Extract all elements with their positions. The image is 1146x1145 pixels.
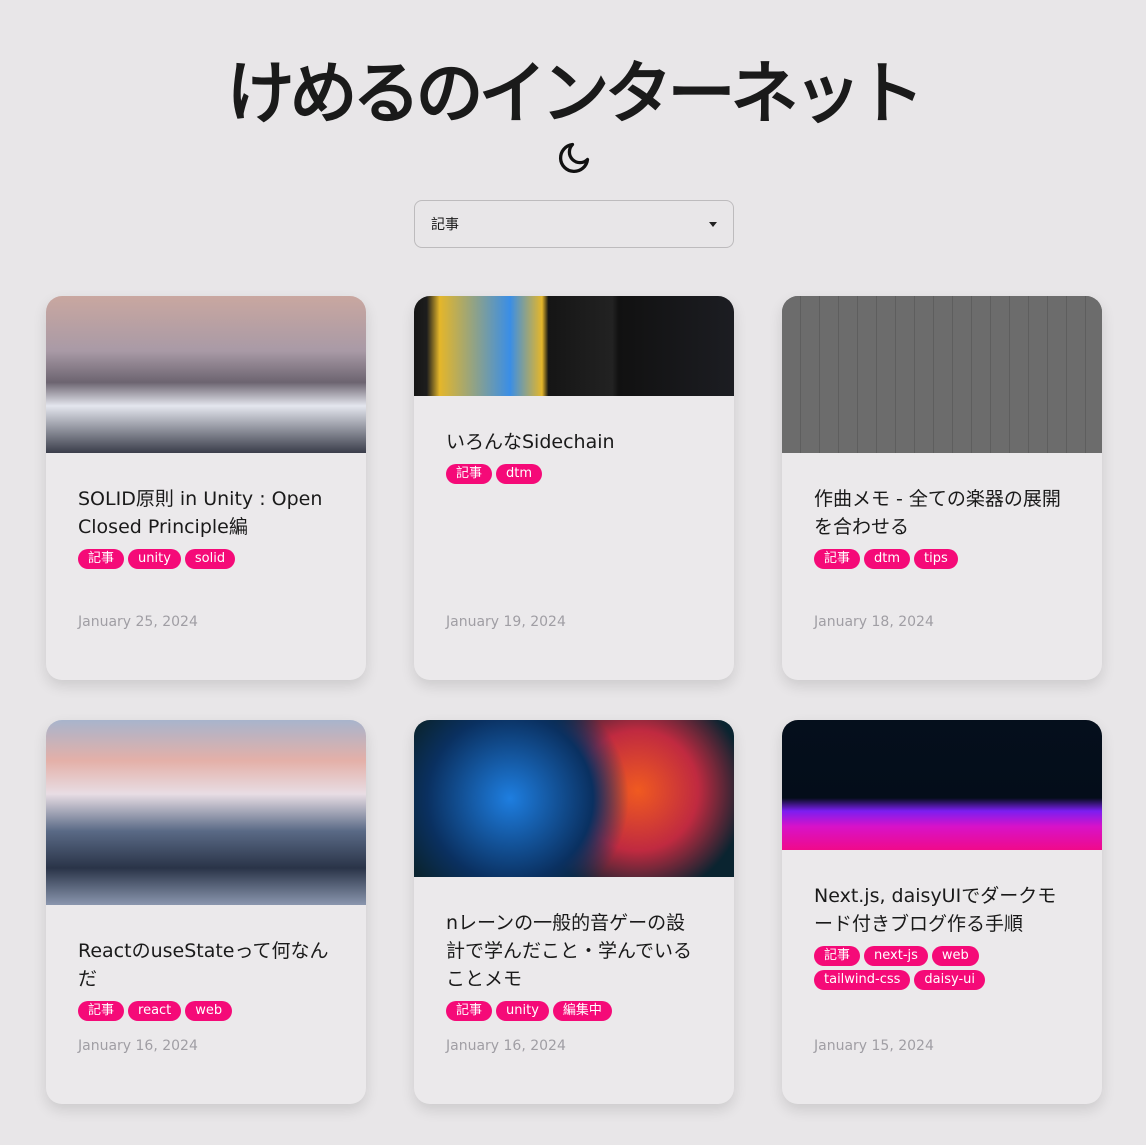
post-thumbnail [782,720,1102,850]
tag-badge[interactable]: 記事 [446,464,493,484]
tag-badge[interactable]: solid [184,549,236,569]
post-card[interactable]: SOLID原則 in Unity : Open Closed Principle… [46,296,366,680]
tag-list: 記事 unity solid [78,549,334,569]
post-title[interactable]: SOLID原則 in Unity : Open Closed Principle… [78,485,334,541]
post-thumbnail [782,296,1102,453]
tag-badge[interactable]: 記事 [814,549,861,569]
post-date: January 25, 2024 [78,614,198,630]
tag-badge[interactable]: 記事 [814,946,861,966]
post-thumbnail [46,296,366,453]
tag-badge[interactable]: 記事 [78,549,125,569]
post-card[interactable]: Next.js, daisyUIでダークモード付きブログ作る手順 記事 next-… [782,720,1102,1104]
post-card[interactable]: ReactのuseStateって何なんだ 記事 react web January … [46,720,366,1104]
tag-list: 記事 react web [78,1001,334,1021]
tag-badge[interactable]: tips [914,549,958,569]
tag-badge[interactable]: dtm [496,464,543,484]
post-card[interactable]: いろんなSidechain 記事 dtm January 19, 2024 [414,296,734,680]
tag-list: 記事 dtm [446,464,702,484]
post-thumbnail [46,720,366,905]
chevron-down-icon [709,221,717,227]
tag-badge[interactable]: unity [128,549,181,569]
tag-list: 記事 unity 編集中 [446,1001,702,1021]
post-title[interactable]: 作曲メモ - 全ての楽器の展開を合わせる [814,485,1070,541]
post-date: January 16, 2024 [446,1038,566,1054]
tag-badge[interactable]: tailwind-css [814,970,911,990]
tag-badge[interactable]: web [185,1001,233,1021]
site-title: けめるのインターネット [226,55,924,134]
tag-badge[interactable]: 編集中 [552,1001,612,1021]
tag-badge[interactable]: react [128,1001,182,1021]
post-card[interactable]: 作曲メモ - 全ての楽器の展開を合わせる 記事 dtm tips January 1… [782,296,1102,680]
tag-badge[interactable]: web [931,946,979,966]
post-title[interactable]: nレーンの一般的音ゲーの設計で学んだこと・学んでいることメモ [446,909,702,993]
category-select-value: 記事 [431,217,459,233]
post-title[interactable]: いろんなSidechain [446,428,702,456]
tag-badge[interactable]: dtm [864,549,911,569]
tag-badge[interactable]: next-js [864,946,928,966]
post-date: January 15, 2024 [814,1038,934,1054]
tag-list: 記事 dtm tips [814,549,1070,569]
post-title[interactable]: Next.js, daisyUIでダークモード付きブログ作る手順 [814,882,1070,938]
tag-badge[interactable]: 記事 [78,1001,125,1021]
moon-icon[interactable] [556,140,592,176]
tag-badge[interactable]: unity [496,1001,549,1021]
post-thumbnail [414,296,734,396]
post-date: January 16, 2024 [78,1038,198,1054]
tag-badge[interactable]: daisy-ui [914,970,986,990]
post-date: January 18, 2024 [814,614,934,630]
post-title[interactable]: ReactのuseStateって何なんだ [78,937,334,993]
category-select[interactable]: 記事 [414,200,734,248]
tag-list: 記事 next-js web tailwind-css daisy-ui [814,946,1070,990]
post-thumbnail [414,720,734,877]
tag-badge[interactable]: 記事 [446,1001,493,1021]
post-date: January 19, 2024 [446,614,566,630]
post-card[interactable]: nレーンの一般的音ゲーの設計で学んだこと・学んでいることメモ 記事 unity 編集… [414,720,734,1104]
